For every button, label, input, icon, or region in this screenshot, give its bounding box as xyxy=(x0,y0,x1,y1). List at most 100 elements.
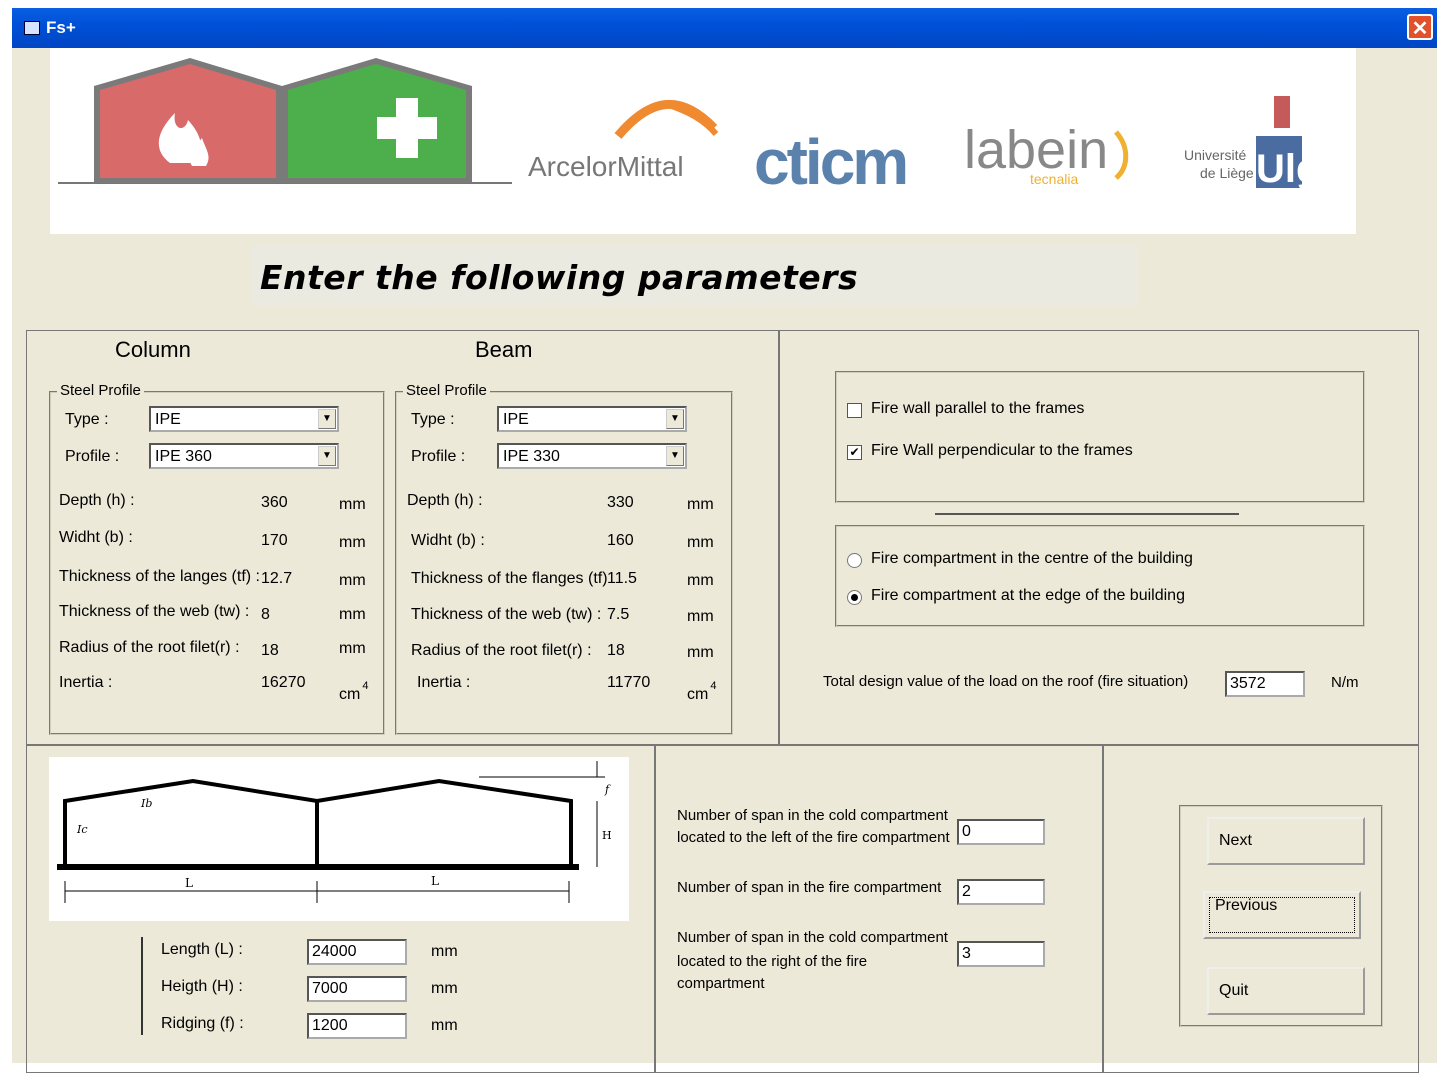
beam-width-unit: mm xyxy=(687,534,714,551)
fire-span-input[interactable] xyxy=(957,879,1045,905)
quit-button[interactable]: Quit xyxy=(1207,967,1365,1015)
column-radius-label: Radius of the root filet(r) : xyxy=(59,639,240,656)
chevron-down-icon[interactable]: ▼ xyxy=(318,446,336,466)
column-web-label: Thickness of the web (tw) : xyxy=(59,603,250,620)
beam-web-value: 7.5 xyxy=(607,606,630,623)
profiles-panel: Column Beam Steel Profile Type : IPE ▼ Pr… xyxy=(26,330,780,746)
beam-flange-value: 11.5 xyxy=(607,570,637,587)
beam-flange-label: Thickness of the flanges (tf) xyxy=(411,570,608,587)
column-depth-unit: mm xyxy=(339,496,366,513)
load-label: Total design value of the load on the ro… xyxy=(823,673,1189,690)
svg-text:de Liège: de Liège xyxy=(1200,165,1254,181)
column-flange-label: Thickness of the langes (tf) : xyxy=(59,568,260,585)
compartment-group: Fire compartment in the centre of the bu… xyxy=(835,525,1365,627)
beam-radius-value: 18 xyxy=(607,642,625,659)
right-span-label-2: located to the right of the fire xyxy=(677,953,868,970)
column-flange-value: 12.7 xyxy=(261,570,293,587)
compartment-edge-radio[interactable] xyxy=(847,590,862,605)
column-inertia-label: Inertia : xyxy=(59,674,113,691)
firewall-perpendicular-checkbox[interactable]: ✔ xyxy=(847,445,862,460)
column-profile-label: Profile : xyxy=(65,448,120,465)
title-bar[interactable]: Fs+ ✕ xyxy=(12,8,1437,48)
arcelormittal-logo: ArcelorMittal xyxy=(528,100,719,182)
svg-text:ArcelorMittal: ArcelorMittal xyxy=(528,151,684,182)
firewall-parallel-checkbox[interactable] xyxy=(847,403,862,418)
labein-logo: labein tecnalia xyxy=(964,120,1129,187)
height-unit: mm xyxy=(431,980,458,997)
svg-text:tecnalia: tecnalia xyxy=(1030,171,1078,187)
column-radius-value: 18 xyxy=(261,642,279,659)
firewall-perpendicular-label[interactable]: Fire Wall perpendicular to the frames xyxy=(871,442,1133,460)
app-window: Fs+ ✕ ArcelorMittal cticm labein tecnali… xyxy=(12,8,1437,1073)
height-input[interactable] xyxy=(307,976,407,1002)
compartment-centre-label[interactable]: Fire compartment in the centre of the bu… xyxy=(871,550,1193,568)
column-inertia-value: 16270 xyxy=(261,674,306,691)
load-unit: N/m xyxy=(1331,674,1359,691)
beam-title: Beam xyxy=(475,337,533,362)
beam-radius-label: Radius of the root filet(r) : xyxy=(411,642,592,659)
beam-inertia-unit: cm 4 xyxy=(687,680,717,703)
beam-web-label: Thickness of the web (tw) : xyxy=(411,606,602,623)
svg-text:Ib: Ib xyxy=(140,797,152,810)
column-profile-select[interactable]: IPE 360 ▼ xyxy=(149,443,339,469)
beam-type-select[interactable]: IPE ▼ xyxy=(497,406,687,432)
right-span-label-3: compartment xyxy=(677,975,765,992)
chevron-down-icon[interactable]: ▼ xyxy=(666,409,684,429)
column-web-unit: mm xyxy=(339,606,366,623)
fire-span-label: Number of span in the fire compartment xyxy=(677,879,942,896)
beam-depth-label: Depth (h) : xyxy=(407,492,483,509)
firewall-group: Fire wall parallel to the frames ✔ Fire … xyxy=(835,371,1365,503)
beam-profile-label: Profile : xyxy=(411,448,466,465)
column-flange-unit: mm xyxy=(339,572,366,589)
chevron-down-icon[interactable]: ▼ xyxy=(318,409,336,429)
column-type-label: Type : xyxy=(65,411,109,428)
column-depth-label: Depth (h) : xyxy=(59,492,135,509)
compartment-centre-radio[interactable] xyxy=(847,553,862,568)
column-title: Column xyxy=(115,337,191,362)
chevron-down-icon[interactable]: ▼ xyxy=(666,446,684,466)
beam-group-title: Steel Profile xyxy=(403,382,490,399)
column-type-select[interactable]: IPE ▼ xyxy=(149,406,339,432)
previous-button[interactable]: Previous xyxy=(1203,891,1361,939)
column-inertia-unit: cm 4 xyxy=(339,680,369,703)
column-width-unit: mm xyxy=(339,534,366,551)
beam-steel-profile-group: Steel Profile Type : IPE ▼ Profile : IPE … xyxy=(395,382,733,735)
options-panel: Fire wall parallel to the frames ✔ Fire … xyxy=(778,330,1419,746)
beam-radius-unit: mm xyxy=(687,644,714,661)
window-title: Fs+ xyxy=(46,18,76,37)
beam-width-value: 160 xyxy=(607,532,634,549)
length-unit: mm xyxy=(431,943,458,960)
right-span-input[interactable] xyxy=(957,941,1045,967)
column-web-value: 8 xyxy=(261,606,270,623)
beam-width-label: Widht (b) : xyxy=(411,532,485,549)
next-button[interactable]: Next xyxy=(1207,817,1365,865)
height-label: Heigth (H) : xyxy=(161,978,243,995)
beam-depth-value: 330 xyxy=(607,494,634,511)
heading-box: Enter the following parameters xyxy=(252,246,1138,306)
right-span-label-1: Number of span in the cold compartment xyxy=(677,929,948,946)
svg-text:Université: Université xyxy=(1184,147,1246,163)
left-span-label-2: located to the left of the fire compartm… xyxy=(677,829,950,846)
load-input[interactable] xyxy=(1225,671,1305,697)
beam-web-unit: mm xyxy=(687,608,714,625)
geometry-panel: Ic Ib L L H f Length (L) : mm Heigth (H)… xyxy=(26,744,656,1073)
firewall-parallel-label[interactable]: Fire wall parallel to the frames xyxy=(871,400,1084,418)
logo-banner: ArcelorMittal cticm labein tecnalia Univ… xyxy=(50,48,1356,234)
beam-inertia-label: Inertia : xyxy=(417,674,471,691)
compartment-edge-label[interactable]: Fire compartment at the edge of the buil… xyxy=(871,587,1185,605)
svg-text:Ulg: Ulg xyxy=(1256,147,1320,191)
column-width-label: Widht (b) : xyxy=(59,529,133,546)
beam-flange-unit: mm xyxy=(687,572,714,589)
frame-diagram: Ic Ib L L H f xyxy=(49,757,629,921)
length-input[interactable] xyxy=(307,939,407,965)
svg-text:L: L xyxy=(431,874,439,888)
ridging-input[interactable] xyxy=(307,1013,407,1039)
left-span-input[interactable] xyxy=(957,819,1045,845)
buttons-panel: Next Previous Quit xyxy=(1102,744,1419,1073)
close-button[interactable]: ✕ xyxy=(1407,14,1433,40)
column-depth-value: 360 xyxy=(261,494,288,511)
beam-profile-select[interactable]: IPE 330 ▼ xyxy=(497,443,687,469)
spans-panel: Number of span in the cold compartment l… xyxy=(654,744,1104,1073)
ulg-logo: Université de Liège Ulg xyxy=(1184,96,1320,191)
fire-logo xyxy=(94,58,282,183)
